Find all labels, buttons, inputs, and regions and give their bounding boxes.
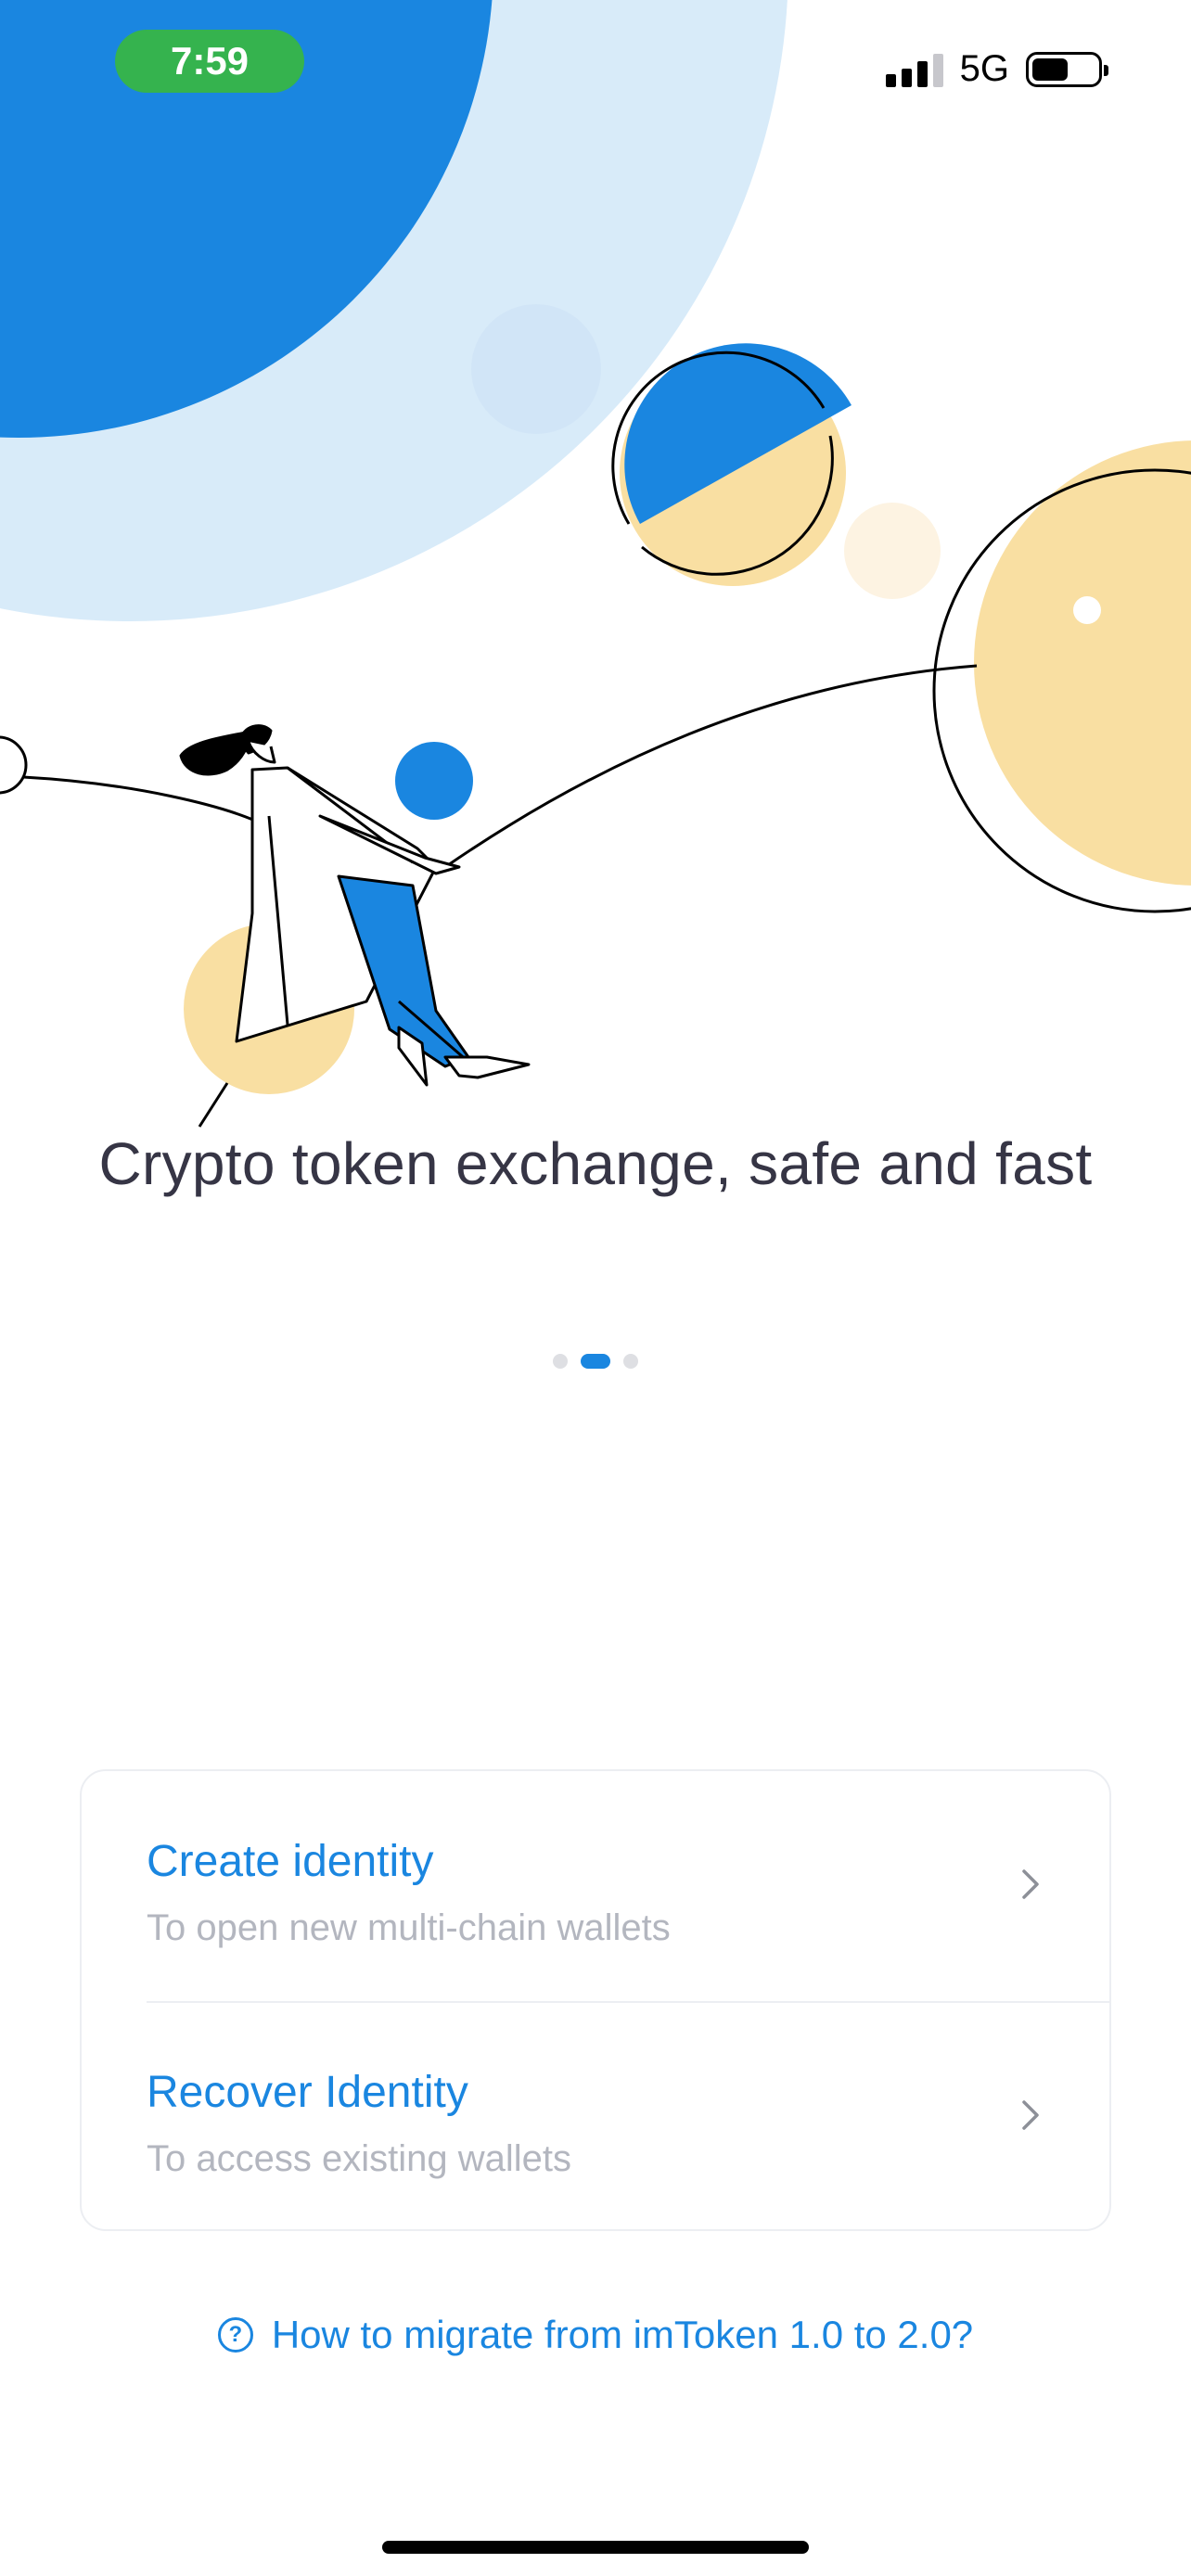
- rope-line: [22, 775, 256, 823]
- question-circle-icon: ?: [217, 2317, 253, 2353]
- create-identity-title: Create identity: [147, 1837, 434, 1886]
- battery-level: [1032, 57, 1068, 81]
- network-label: 5G: [959, 48, 1009, 89]
- faint-bubble: [471, 304, 601, 434]
- sand-planet: [932, 440, 1191, 913]
- blue-dot: [395, 742, 473, 820]
- onboarding-screen: 7:59 5G Crypto token exchange, safe and …: [0, 0, 1191, 2576]
- signal-icon: [885, 52, 943, 87]
- page-dot-active[interactable]: [581, 1354, 610, 1369]
- recover-identity-button[interactable]: Recover Identity To access existing wall…: [82, 2002, 1109, 2229]
- left-ring: [0, 735, 28, 795]
- pale-bubble: [844, 503, 941, 599]
- recover-identity-subtitle: To access existing wallets: [147, 2138, 571, 2179]
- page-indicator[interactable]: [0, 1354, 1191, 1369]
- status-indicators: 5G: [885, 48, 1108, 90]
- create-identity-button[interactable]: Create identity To open new multi-chain …: [82, 1771, 1109, 2000]
- migration-help-link[interactable]: ? How to migrate from imToken 1.0 to 2.0…: [0, 2313, 1191, 2357]
- create-identity-subtitle: To open new multi-chain wallets: [147, 1907, 671, 1948]
- status-time: 7:59: [115, 30, 304, 93]
- battery-icon: [1026, 51, 1108, 87]
- home-indicator[interactable]: [382, 2541, 809, 2554]
- recover-identity-title: Recover Identity: [147, 2068, 468, 2117]
- rope-line-right: [444, 664, 978, 869]
- onboarding-headline: Crypto token exchange, safe and fast: [98, 1130, 1093, 1197]
- chevron-right-icon: [1022, 2100, 1039, 2130]
- page-dot[interactable]: [623, 1354, 638, 1369]
- identity-actions-card: Create identity To open new multi-chain …: [80, 1769, 1111, 2231]
- page-dot[interactable]: [553, 1354, 568, 1369]
- split-moon: [611, 343, 852, 586]
- hero-illustration: [0, 0, 1191, 1128]
- migration-help-label: How to migrate from imToken 1.0 to 2.0?: [271, 2313, 974, 2356]
- chevron-right-icon: [1022, 1869, 1039, 1899]
